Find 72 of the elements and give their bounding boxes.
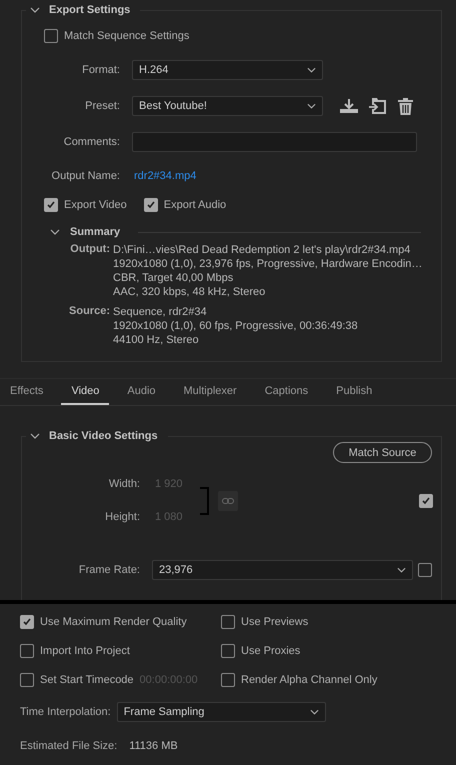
chain-link-icon: [222, 498, 234, 504]
section-title: Basic Video Settings: [49, 430, 158, 442]
checkbox[interactable]: [20, 644, 34, 658]
folder-import-icon[interactable]: [369, 98, 386, 114]
checkbox-label: Export Video: [64, 199, 127, 211]
field-label: Time Interpolation:: [20, 706, 111, 718]
field-label: Estimated File Size:: [20, 740, 118, 752]
summary-text: D:\Fini…vies\Red Dead Redemption 2 let's play\rdr2#34.mp4: [113, 243, 412, 257]
summary-label: Output:: [69, 243, 110, 257]
download-icon[interactable]: [340, 99, 358, 113]
trash-icon[interactable]: [398, 98, 413, 114]
link-button[interactable]: [218, 490, 238, 510]
summary-title: Summary: [70, 226, 120, 238]
field-label: Preset:: [84, 100, 120, 112]
tab[interactable]: Video: [61, 379, 110, 405]
caret-icon: [397, 567, 406, 573]
checkbox-label: Use Maximum Render Quality: [40, 616, 187, 628]
tab[interactable]: Captions: [254, 379, 318, 405]
checkbox-label: Use Previews: [241, 616, 308, 628]
check-icon: [146, 200, 156, 210]
field-label: Output Name:: [50, 170, 120, 182]
caret-icon: [307, 67, 316, 73]
checkbox[interactable]: [20, 673, 34, 687]
check-icon: [22, 617, 32, 627]
checkbox[interactable]: [221, 673, 235, 687]
summary-text: 1920x1080 (1,0), 60 fps, Progressive, 00:36:49:38: [113, 319, 358, 333]
chevron-icon[interactable]: [50, 229, 60, 235]
tab[interactable]: Effects: [0, 379, 54, 405]
summary-text: CBR, Target 40,00 Mbps: [113, 271, 234, 285]
match-source-button[interactable]: Match Source: [333, 442, 432, 463]
checkbox-label: Set Start Timecode: [40, 674, 134, 686]
tab[interactable]: Multiplexer: [174, 379, 247, 405]
caret-icon: [307, 103, 316, 109]
caret-icon: [310, 709, 319, 715]
chevron-icon[interactable]: [30, 7, 40, 13]
field-label: Format:: [81, 64, 120, 76]
field-label: Frame Rate:: [78, 564, 140, 576]
bracket-icon: [200, 486, 209, 514]
checkbox[interactable]: [221, 615, 235, 629]
field-label: Height:: [104, 511, 140, 523]
checkbox-label: Import Into Project: [40, 645, 130, 657]
checkbox-label: Export Audio: [164, 199, 226, 211]
tab[interactable]: Audio: [117, 379, 166, 405]
checkbox[interactable]: [44, 198, 58, 212]
summary-text: Sequence, rdr2#34: [113, 305, 208, 319]
checkbox[interactable]: [418, 563, 432, 577]
field-label: Width:: [108, 478, 140, 490]
summary-text: 1920x1080 (1,0), 23,976 fps, Progressive, Hardware Encodin…: [113, 257, 422, 271]
output-name-link[interactable]: rdr2#34.mp4: [134, 170, 196, 182]
section-title: Export Settings: [49, 4, 130, 16]
summary-text: AAC, 320 kbps, 48 kHz, Stereo: [113, 285, 266, 299]
format-dropdown[interactable]: H.264: [132, 60, 323, 80]
time-interpolation-dropdown[interactable]: Frame Sampling: [116, 702, 326, 722]
summary-text: 44100 Hz, Stereo: [113, 333, 200, 347]
tab[interactable]: Publish: [326, 379, 382, 405]
check-icon: [46, 200, 56, 210]
comments-field[interactable]: [132, 132, 417, 152]
checkbox[interactable]: [144, 198, 158, 212]
field-label: Comments:: [62, 136, 120, 148]
checkbox[interactable]: [44, 29, 58, 43]
checkbox[interactable]: [20, 615, 34, 629]
checkbox-label: Render Alpha Channel Only: [241, 674, 378, 686]
checkbox[interactable]: [221, 644, 235, 658]
preset-dropdown[interactable]: Best Youtube!: [132, 96, 323, 116]
checkbox[interactable]: [419, 494, 433, 508]
file-size-value: 11136 MB: [129, 740, 178, 752]
chevron-icon[interactable]: [30, 433, 40, 439]
frame-rate-dropdown[interactable]: 23,976: [152, 560, 413, 580]
check-icon: [421, 496, 431, 506]
summary-label: Source:: [68, 305, 110, 319]
checkbox-label: Match Sequence Settings: [64, 30, 190, 42]
checkbox-label: Use Proxies: [241, 645, 300, 657]
